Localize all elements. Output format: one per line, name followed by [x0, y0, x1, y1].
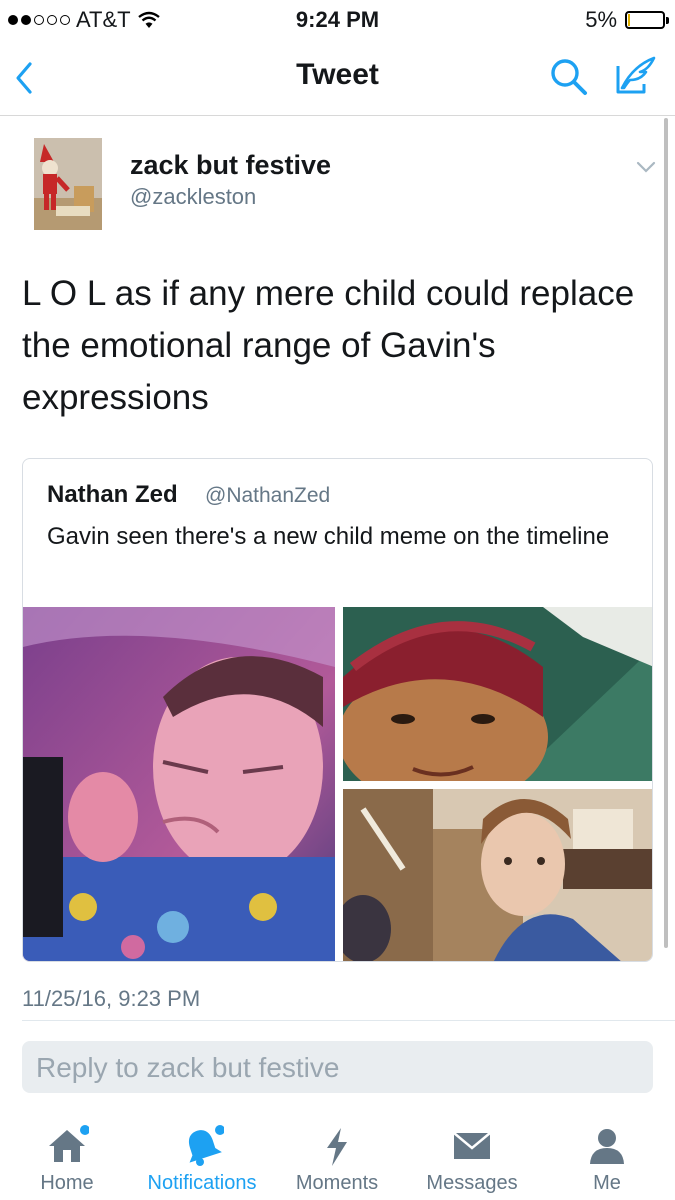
search-icon[interactable]: [548, 56, 590, 98]
reply-box[interactable]: [22, 1041, 653, 1093]
tab-me[interactable]: Me: [542, 1110, 672, 1200]
status-bar: AT&T 9:24 PM 5%: [0, 0, 675, 40]
scrollbar[interactable]: [664, 118, 668, 948]
quoted-photo-3[interactable]: [343, 789, 652, 961]
quoted-photo-2[interactable]: [343, 607, 652, 781]
divider: [22, 1020, 675, 1021]
quoted-author-handle: @NathanZed: [205, 484, 331, 507]
tab-bar: Home Notifications Moments Messages Me: [0, 1110, 675, 1200]
tab-moments[interactable]: Moments: [272, 1110, 402, 1200]
battery-percent: 5%: [585, 7, 617, 32]
lightning-icon: [327, 1128, 347, 1166]
tweet-text: L O L as if any mere child could replace…: [22, 274, 635, 417]
quoted-tweet-text: Gavin seen there's a new child meme on t…: [47, 523, 610, 550]
tab-label-messages: Messages: [426, 1172, 518, 1194]
avatar[interactable]: [34, 138, 102, 230]
tweet-author-name[interactable]: zack but festive: [130, 150, 331, 181]
reply-input[interactable]: [34, 1049, 638, 1087]
tab-label-me: Me: [593, 1172, 621, 1194]
person-icon: [590, 1129, 624, 1164]
quoted-author-name: Nathan Zed: [47, 481, 178, 508]
navigation-bar: Tweet: [0, 40, 675, 116]
tab-messages[interactable]: Messages: [407, 1110, 537, 1200]
tab-notifications[interactable]: Notifications: [137, 1110, 267, 1200]
home-icon: [49, 1125, 89, 1162]
tab-home[interactable]: Home: [2, 1110, 132, 1200]
quoted-photo-1[interactable]: [23, 607, 335, 961]
envelope-icon: [453, 1132, 491, 1159]
status-time: 9:24 PM: [295, 7, 380, 32]
tab-label-notifications: Notifications: [147, 1172, 257, 1194]
chevron-down-icon[interactable]: [636, 160, 656, 174]
compose-tweet-icon[interactable]: [612, 54, 658, 98]
tweet-timestamp: 11/25/16, 9:23 PM: [22, 986, 201, 1011]
battery-status: 5%: [585, 7, 669, 33]
tab-label-home: Home: [40, 1172, 94, 1194]
tweet-author-handle[interactable]: @zackleston: [130, 184, 256, 210]
bell-icon: [188, 1125, 224, 1166]
quoted-tweet[interactable]: Nathan Zed @NathanZed Gavin seen there's…: [22, 458, 653, 962]
tab-label-moments: Moments: [295, 1172, 379, 1194]
battery-icon: [625, 11, 669, 29]
